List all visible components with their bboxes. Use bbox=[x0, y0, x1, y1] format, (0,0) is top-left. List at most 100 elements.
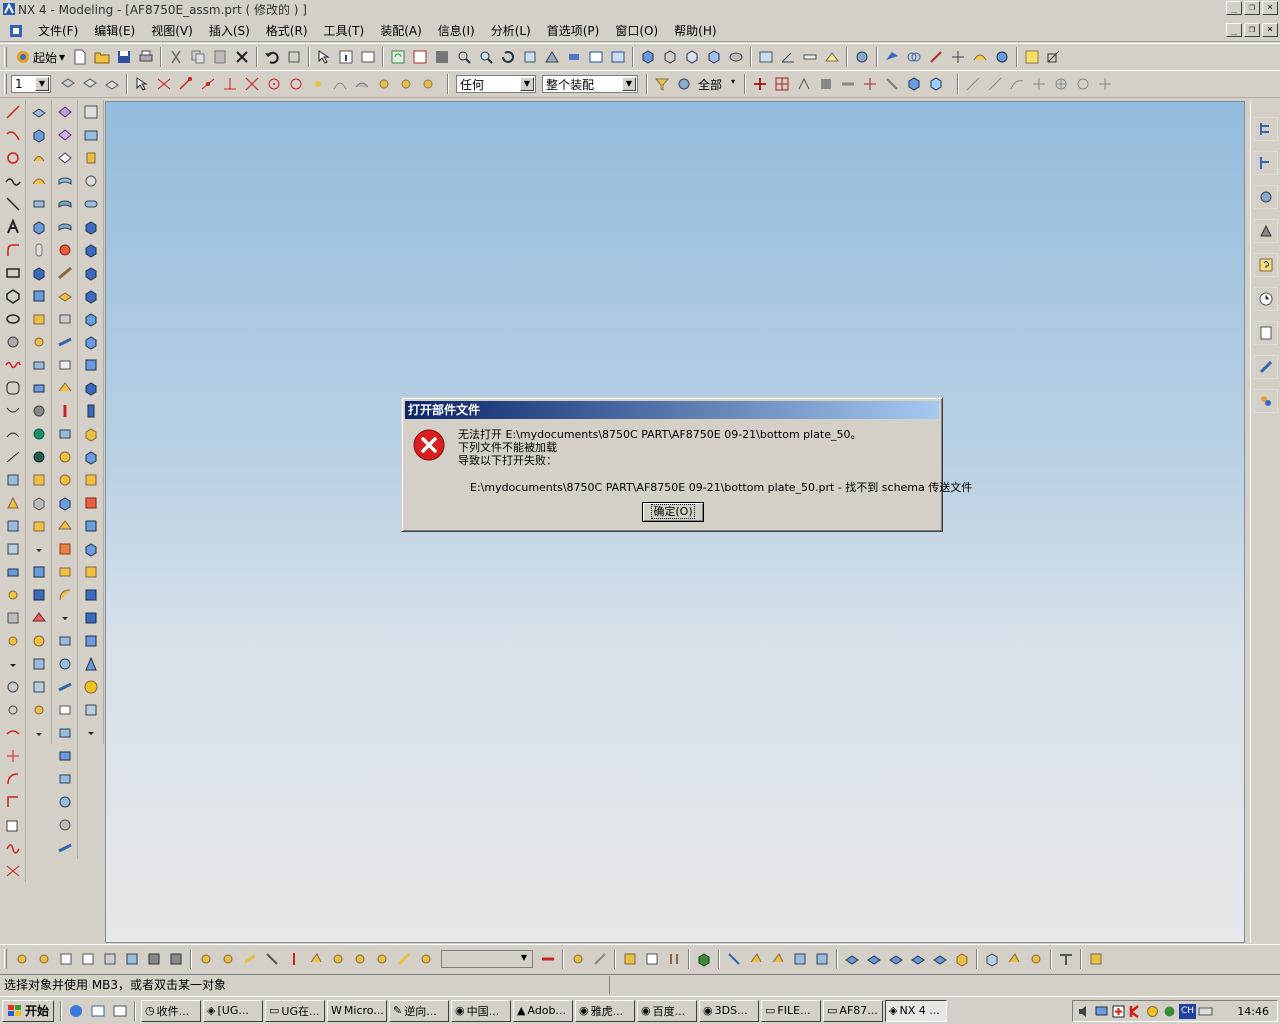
section-icon[interactable] bbox=[585, 46, 607, 68]
mirror-curve-icon[interactable] bbox=[2, 491, 24, 514]
chamfer-icon[interactable] bbox=[28, 491, 50, 514]
through-mesh-icon[interactable] bbox=[54, 123, 76, 146]
smoothing-icon[interactable] bbox=[54, 790, 76, 813]
view-partial-icon[interactable] bbox=[925, 73, 947, 95]
bounded-plane-icon[interactable] bbox=[54, 215, 76, 238]
outlook-quicklaunch-icon[interactable] bbox=[87, 1000, 109, 1022]
global-shaping-icon[interactable] bbox=[54, 353, 76, 376]
change-edge-icon[interactable] bbox=[54, 744, 76, 767]
menu-edit[interactable]: 编辑(E) bbox=[86, 21, 143, 41]
doc-restore-button[interactable]: ❐ bbox=[1244, 23, 1260, 37]
move-feature-icon[interactable] bbox=[80, 146, 102, 169]
menu-preferences[interactable]: 首选项(P) bbox=[539, 21, 608, 41]
trim-corner-icon[interactable] bbox=[2, 721, 24, 744]
edit-length-icon[interactable] bbox=[2, 790, 24, 813]
reflection-icon[interactable] bbox=[789, 948, 811, 970]
blend-face-icon[interactable] bbox=[54, 560, 76, 583]
solid-more-icon[interactable] bbox=[80, 698, 102, 721]
join-curve-icon[interactable] bbox=[2, 422, 24, 445]
clone-icon[interactable] bbox=[991, 46, 1013, 68]
reverse-normal-icon[interactable] bbox=[54, 767, 76, 790]
wcs-csys-icon[interactable] bbox=[859, 73, 881, 95]
snap-more-icon[interactable] bbox=[417, 73, 439, 95]
ungroup-icon[interactable] bbox=[589, 948, 611, 970]
menu-tools[interactable]: 工具(T) bbox=[316, 21, 373, 41]
edit-parameters-icon[interactable] bbox=[80, 100, 102, 123]
shell-icon[interactable] bbox=[28, 514, 50, 537]
through-curves-icon[interactable] bbox=[54, 100, 76, 123]
sheet-metal-icon[interactable] bbox=[981, 948, 1003, 970]
extrude-icon[interactable] bbox=[28, 123, 50, 146]
edge-blend-icon[interactable] bbox=[28, 468, 50, 491]
arc-tool-icon[interactable] bbox=[2, 123, 24, 146]
layer-move-icon[interactable] bbox=[101, 73, 123, 95]
draft-analysis-icon[interactable] bbox=[811, 948, 833, 970]
snap-intersection-icon[interactable] bbox=[241, 73, 263, 95]
reuse-library-icon[interactable] bbox=[1253, 355, 1278, 379]
degree-change-icon[interactable] bbox=[54, 698, 76, 721]
wcs-origin-icon[interactable] bbox=[771, 73, 793, 95]
extract-curve-icon[interactable] bbox=[2, 560, 24, 583]
highlight-icon[interactable] bbox=[1021, 46, 1043, 68]
studio-icon[interactable] bbox=[703, 46, 725, 68]
x-form-icon[interactable] bbox=[54, 491, 76, 514]
edit-param-icon[interactable] bbox=[2, 698, 24, 721]
constrain-face-icon[interactable] bbox=[80, 629, 102, 652]
text-tool-icon[interactable] bbox=[2, 215, 24, 238]
solid-density-icon[interactable] bbox=[80, 399, 102, 422]
section-analysis-icon[interactable] bbox=[863, 948, 885, 970]
point-constructor-icon[interactable] bbox=[11, 948, 33, 970]
filter-settings-icon[interactable] bbox=[651, 73, 673, 95]
pan-icon[interactable] bbox=[519, 46, 541, 68]
sketch-icon[interactable] bbox=[1043, 46, 1065, 68]
extension-icon[interactable] bbox=[54, 261, 76, 284]
move-object-icon[interactable] bbox=[217, 948, 239, 970]
new-icon[interactable] bbox=[69, 46, 91, 68]
selection-scope-select[interactable]: 整个装配 ▼ bbox=[542, 75, 638, 93]
object-display-icon[interactable] bbox=[371, 948, 393, 970]
type-filter-select[interactable]: 任何 ▼ bbox=[456, 75, 536, 93]
task-button-af87[interactable]: ▭ AF87... bbox=[823, 999, 884, 1022]
task-button-baidu[interactable]: ◉ 百度... bbox=[637, 999, 698, 1022]
offset-region-icon[interactable] bbox=[80, 583, 102, 606]
menu-info[interactable]: 信息(I) bbox=[430, 21, 483, 41]
datum-csys-icon[interactable] bbox=[165, 948, 187, 970]
remove-params-icon[interactable] bbox=[80, 307, 102, 330]
refit-icon[interactable] bbox=[54, 813, 76, 836]
reposition-icon[interactable] bbox=[925, 46, 947, 68]
wireframe-icon[interactable] bbox=[659, 46, 681, 68]
hidden-edge-icon[interactable] bbox=[681, 46, 703, 68]
section-curve-icon[interactable] bbox=[2, 537, 24, 560]
window-icon[interactable] bbox=[357, 46, 379, 68]
view-shaded-icon[interactable] bbox=[903, 73, 925, 95]
arc-icon[interactable] bbox=[1006, 73, 1028, 95]
drafting-icon[interactable] bbox=[1055, 948, 1077, 970]
toolbar-grip[interactable] bbox=[4, 74, 7, 94]
pocket-icon[interactable] bbox=[28, 353, 50, 376]
move-point-icon[interactable] bbox=[54, 675, 76, 698]
curve-smooth-icon[interactable] bbox=[2, 836, 24, 859]
antivirus-icon[interactable] bbox=[1128, 1004, 1143, 1019]
offset-curve-icon[interactable] bbox=[2, 376, 24, 399]
intersection-curve-icon[interactable] bbox=[2, 514, 24, 537]
line-tangent-icon[interactable] bbox=[984, 73, 1006, 95]
slope-analysis-icon[interactable] bbox=[885, 948, 907, 970]
render-icon[interactable] bbox=[563, 46, 585, 68]
part-navigator-icon[interactable] bbox=[1253, 151, 1278, 175]
groove-icon[interactable] bbox=[28, 422, 50, 445]
roles-icon[interactable] bbox=[1253, 219, 1278, 243]
assembly-nav-icon[interactable] bbox=[851, 46, 873, 68]
curvature-icon[interactable] bbox=[767, 948, 789, 970]
translucency-icon[interactable] bbox=[393, 948, 415, 970]
measure-body-icon[interactable] bbox=[821, 46, 843, 68]
replace-feature-icon[interactable] bbox=[80, 192, 102, 215]
edit-expression-icon[interactable] bbox=[80, 422, 102, 445]
rotate-icon[interactable] bbox=[497, 46, 519, 68]
stiffness-icon[interactable] bbox=[54, 721, 76, 744]
history-icon[interactable] bbox=[1253, 287, 1278, 311]
flange-icon[interactable] bbox=[54, 376, 76, 399]
cut-face-icon[interactable] bbox=[54, 836, 76, 859]
mate-icon[interactable] bbox=[903, 46, 925, 68]
measure-length-icon[interactable] bbox=[799, 46, 821, 68]
wcs-icon[interactable] bbox=[749, 73, 771, 95]
